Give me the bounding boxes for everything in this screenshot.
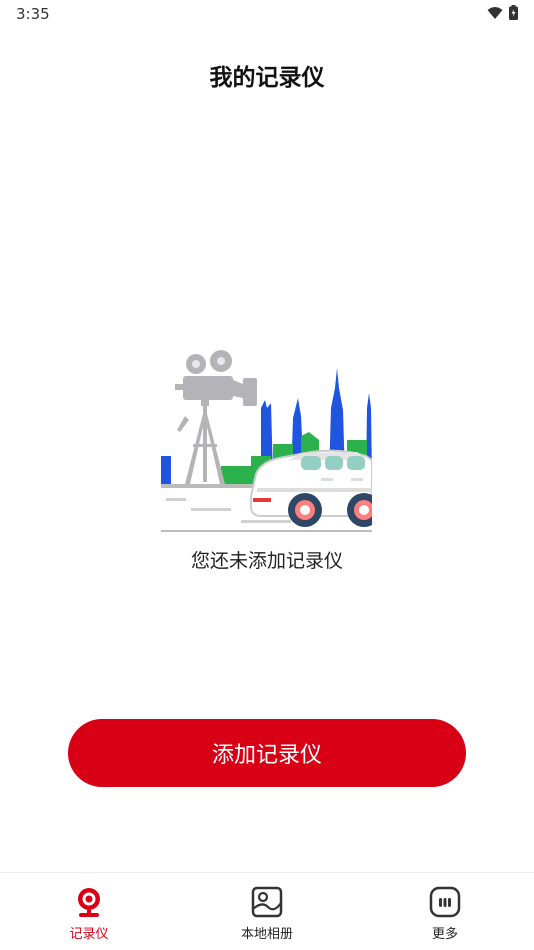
wifi-icon [487, 6, 503, 19]
car [250, 449, 372, 527]
nav-label-more: 更多 [431, 927, 458, 942]
more-icon [429, 886, 461, 918]
empty-illustration [161, 350, 372, 532]
empty-state-message: 您还未添加记录仪 [190, 550, 343, 572]
add-recorder-label: 添加记录仪 [211, 743, 322, 768]
battery-icon [509, 5, 518, 20]
status-time: 3:35 [16, 5, 50, 23]
nav-item-album[interactable]: 本地相册 [207, 885, 327, 945]
movie-camera [175, 350, 257, 484]
nav-item-more[interactable]: 更多 [385, 885, 505, 945]
add-recorder-button[interactable]: 添加记录仪 [68, 719, 466, 787]
recorder-icon [78, 888, 100, 917]
status-icons [487, 5, 518, 20]
status-bar: 3:35 [0, 0, 534, 28]
album-icon [251, 886, 283, 918]
nav-label-album: 本地相册 [240, 927, 293, 942]
nav-label-recorder: 记录仪 [69, 927, 109, 942]
bottom-nav: 记录仪 本地相册 更多 [0, 872, 534, 950]
page-title: 我的记录仪 [209, 65, 325, 91]
nav-item-recorder[interactable]: 记录仪 [29, 885, 149, 945]
